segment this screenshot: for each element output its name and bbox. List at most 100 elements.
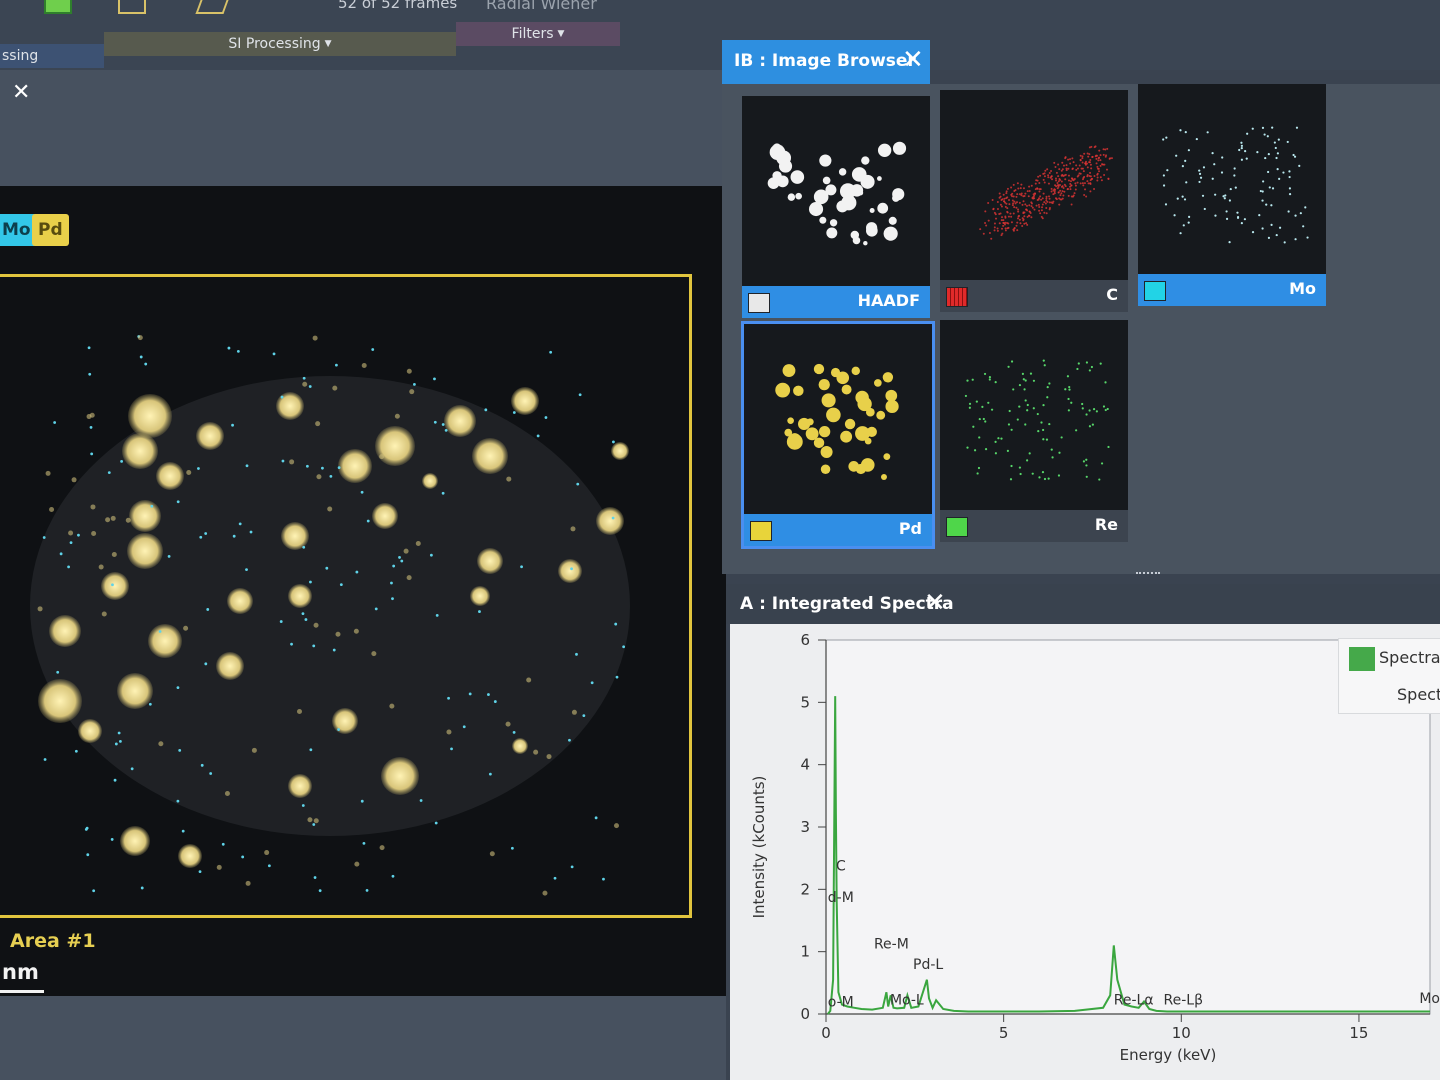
pixel	[1034, 182, 1037, 185]
box-icon[interactable]	[118, 0, 146, 14]
color-swatch[interactable]	[748, 293, 770, 313]
dot	[1294, 214, 1297, 217]
dot	[1022, 378, 1025, 381]
shape-icon[interactable]	[195, 0, 229, 14]
radial-wiener-button[interactable]: Radial Wiener	[486, 0, 597, 13]
dot	[976, 472, 979, 475]
pixel	[1082, 184, 1085, 187]
dot	[1173, 214, 1176, 217]
dot	[1024, 423, 1027, 426]
pixel	[1040, 209, 1043, 212]
close-icon[interactable]: ✕	[902, 45, 924, 75]
integrated-spectra-tab[interactable]: A : Integrated Spectra ✕	[726, 584, 1440, 624]
dot	[1029, 372, 1033, 375]
pixel	[1042, 178, 1045, 181]
particle	[841, 384, 852, 395]
haadf-image	[767, 141, 907, 246]
particle	[851, 167, 867, 182]
dot	[1233, 167, 1236, 170]
dot	[1088, 409, 1091, 412]
pixel	[1071, 177, 1074, 180]
pixel	[1063, 190, 1066, 193]
pixel	[993, 226, 996, 229]
spectrum-plot-panel: 0 1 2 3 4 5 6 0 5 10 15 Energy (keV) Intensity (kCou…	[730, 624, 1440, 1080]
pixel	[1056, 181, 1059, 184]
dot	[1007, 365, 1010, 368]
dot	[1243, 218, 1247, 221]
thumbnail-re[interactable]: Re	[940, 320, 1128, 542]
caret-down-icon: ▼	[324, 39, 332, 49]
color-swatch[interactable]	[1144, 281, 1166, 301]
peak-annotation: Pd-L	[913, 957, 943, 973]
particle	[881, 474, 887, 480]
pixel	[1023, 211, 1026, 214]
pixel	[1048, 195, 1051, 198]
pixel	[1076, 167, 1079, 170]
pixel	[1096, 173, 1099, 176]
pixel	[1041, 217, 1044, 220]
color-swatch[interactable]	[946, 287, 968, 307]
pixel	[1060, 169, 1063, 172]
green-chart-icon[interactable]	[44, 0, 72, 14]
pixel	[999, 203, 1002, 206]
dot	[1165, 136, 1168, 139]
pixel	[1020, 194, 1023, 197]
dot	[988, 378, 991, 381]
close-icon[interactable]: ✕	[924, 588, 946, 618]
color-swatch[interactable]	[750, 521, 772, 541]
pixel	[1095, 162, 1098, 165]
pixel	[1099, 164, 1102, 167]
pixel	[1022, 195, 1025, 198]
thumbnail-pd[interactable]: Pd	[741, 321, 935, 549]
particle	[821, 393, 836, 408]
splitter-handle[interactable]	[1136, 572, 1160, 575]
thumbnail-haadf[interactable]: HAADF	[742, 96, 930, 318]
thumbnail-mo[interactable]: Mo	[1138, 84, 1326, 306]
pixel	[1053, 192, 1056, 195]
color-swatch[interactable]	[946, 517, 968, 537]
dot	[1223, 197, 1226, 200]
tab-filters[interactable]: Filters ▼	[456, 22, 620, 46]
pixel	[1026, 209, 1029, 212]
pixel	[1088, 153, 1091, 156]
area-roi-rectangle[interactable]	[0, 274, 692, 918]
pixel	[1057, 163, 1060, 166]
thumbnail-label: HAADF	[857, 291, 920, 310]
dot	[1176, 197, 1179, 200]
pixel	[1016, 229, 1019, 232]
close-icon[interactable]: ✕	[12, 80, 30, 105]
dot	[1024, 399, 1027, 402]
tab-processing[interactable]: ssing	[0, 44, 104, 68]
pixel	[1002, 193, 1005, 196]
pixel	[1023, 215, 1026, 218]
pixel	[1017, 208, 1020, 211]
dot	[1213, 163, 1216, 166]
thumbnail-c[interactable]: C	[940, 90, 1128, 312]
pixel	[1097, 157, 1100, 160]
pixel	[987, 219, 990, 222]
dot	[1286, 140, 1289, 144]
layer-chip-pd[interactable]: Pd	[32, 214, 69, 246]
pixel	[1106, 147, 1109, 150]
dot	[1085, 464, 1088, 467]
dot	[1228, 241, 1231, 244]
dot	[984, 420, 987, 423]
y-tick-label: 3	[800, 818, 810, 836]
dot	[1037, 430, 1040, 433]
pixel	[1106, 168, 1109, 171]
tab-si-processing[interactable]: SI Processing ▼	[104, 32, 456, 56]
particle	[860, 458, 875, 472]
pixel	[1045, 199, 1048, 202]
pixel	[1005, 190, 1008, 193]
dot	[1211, 152, 1214, 155]
dot	[1068, 388, 1071, 391]
spectrum-chart[interactable]: 0 1 2 3 4 5 6 0 5 10 15 Energy (keV) Intensity (kCou…	[730, 624, 1440, 1080]
eds-map-view[interactable]: Mo Pd	[0, 186, 726, 996]
dot	[1256, 150, 1259, 154]
pixel	[1067, 158, 1070, 161]
image-browser-tab[interactable]: IB : Image Browser ✕	[722, 40, 930, 84]
pixel	[1041, 197, 1044, 200]
pixel	[1098, 149, 1101, 152]
dot	[1274, 146, 1277, 150]
dot	[1267, 152, 1270, 156]
